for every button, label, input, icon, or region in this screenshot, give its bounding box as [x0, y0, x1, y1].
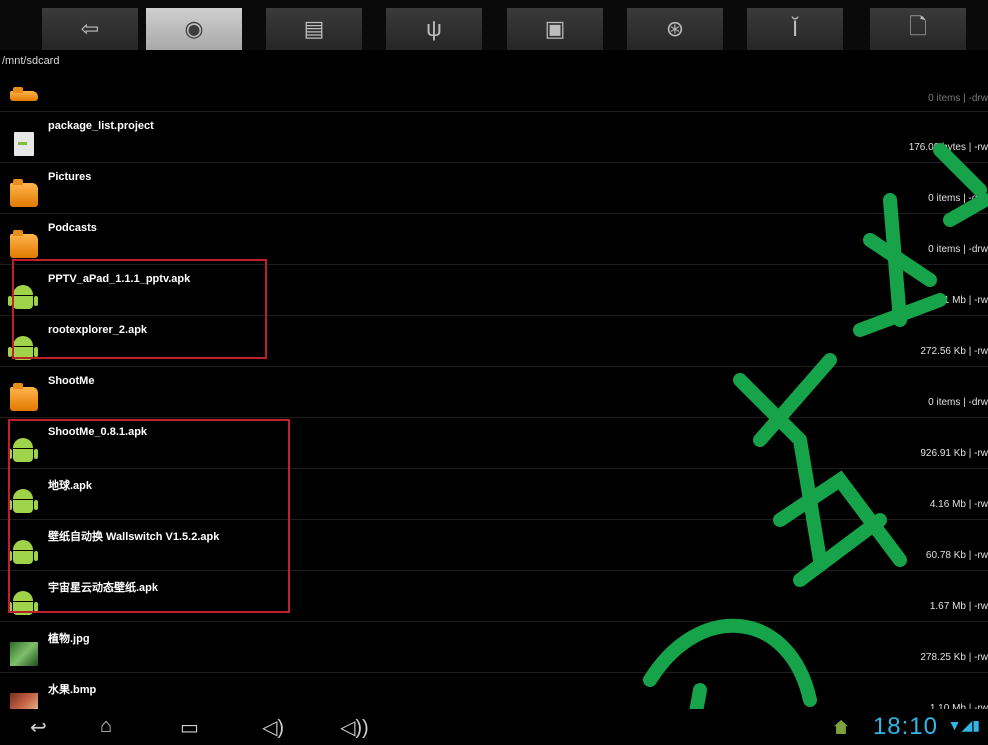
file-row[interactable]: Podcasts 0 items | -drw — [0, 214, 988, 265]
file-meta: 176.00 bytes | -rw — [908, 142, 988, 153]
volume-up-icon[interactable]: ◁)) — [340, 715, 369, 740]
sdcard-icon: ◉ — [184, 16, 204, 41]
file-meta: 1.51 Mb | -rw — [929, 295, 988, 306]
toolbar-tab-tools[interactable]: Ĭ — [747, 8, 843, 50]
file-row[interactable]: package_list.project 176.00 bytes | -rw — [0, 112, 988, 163]
image-thumbnail-icon — [10, 642, 38, 666]
file-name: ShootMe — [48, 375, 95, 387]
file-name: 水果.bmp — [48, 684, 97, 696]
internal-storage-icon: ▤ — [303, 16, 325, 41]
highlight-box-1 — [12, 259, 267, 359]
file-icon — [14, 132, 34, 156]
file-meta: 278.25 Kb | -rw — [920, 652, 988, 663]
toolbar-tab-video-reel[interactable]: ⊛ — [627, 8, 723, 50]
file-meta: 0 items | -drw — [928, 397, 988, 408]
file-meta: 4.16 Mb | -rw — [929, 499, 988, 510]
video-reel-icon: ⊛ — [665, 16, 685, 41]
file-row[interactable]: Pictures 0 items | -drw — [0, 163, 988, 214]
file-meta: 272.56 Kb | -rw — [920, 346, 988, 357]
recent-apps-icon[interactable]: ▭ — [180, 715, 199, 740]
file-meta: 60.78 Kb | -rw — [925, 550, 988, 561]
file-list: 0 items | -drw package_list.project 176.00… — [0, 83, 988, 724]
folder-icon — [10, 87, 38, 101]
folder-icon — [10, 383, 38, 411]
toolbar-tab-usb[interactable]: ψ — [386, 8, 482, 50]
file-meta: 926.91 Kb | -rw — [920, 448, 988, 459]
volume-down-icon[interactable]: ◁) — [262, 715, 284, 740]
toolbar-tab-document[interactable]: 🗋 — [870, 8, 966, 50]
status-clock: 18:10 — [872, 713, 938, 740]
file-meta: 1.67 Mb | -rw — [929, 601, 988, 612]
back-arrow-icon: ⇦ — [80, 16, 100, 41]
folder-icon — [10, 230, 38, 258]
toolbar-tab-internal-storage[interactable]: ▤ — [266, 8, 362, 50]
file-row[interactable]: ShootMe 0 items | -drw — [0, 367, 988, 418]
system-nav-bar: 18:10 ▼◢▮ ↩ ⌂ ▭ ◁) ◁)) — [0, 709, 988, 745]
file-name: Pictures — [48, 171, 92, 183]
picture-icon: ▣ — [544, 16, 566, 41]
document-icon: 🗋 — [909, 14, 927, 39]
toolbar-tab-sdcard[interactable]: ◉ — [146, 8, 242, 50]
signal-battery-icon: ▼◢▮ — [947, 717, 980, 733]
file-name: package_list.project — [48, 120, 154, 132]
back-icon[interactable]: ↩ — [30, 715, 47, 740]
tools-icon: Ĭ — [791, 16, 799, 41]
file-row[interactable]: 0 items | -drw — [0, 83, 988, 112]
home-status-icon — [834, 720, 848, 734]
file-row[interactable]: 植物.jpg 278.25 Kb | -rw — [0, 622, 988, 673]
top-toolbar: ⇦ ◉ ▤ ψ ▣ ⊛ Ĭ 🗋 — [0, 0, 988, 50]
toolbar-tab-picture[interactable]: ▣ — [507, 8, 603, 50]
file-name: Podcasts — [48, 222, 97, 234]
folder-icon — [10, 179, 38, 207]
highlight-box-2 — [8, 419, 290, 613]
current-path: /mnt/sdcard — [2, 55, 60, 67]
toolbar-tab-back-arrow[interactable]: ⇦ — [42, 8, 138, 50]
file-meta: 0 items | -drw — [928, 193, 988, 204]
home-icon[interactable]: ⌂ — [100, 715, 112, 738]
usb-icon: ψ — [426, 16, 442, 41]
file-meta: 0 items | -drw — [928, 93, 988, 104]
file-meta: 0 items | -drw — [928, 244, 988, 255]
file-name: 植物.jpg — [48, 633, 90, 645]
